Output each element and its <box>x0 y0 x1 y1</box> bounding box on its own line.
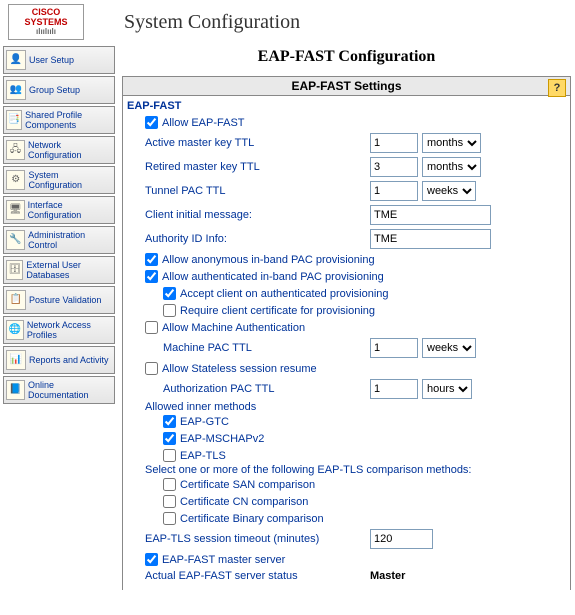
require-client-cert-checkbox[interactable] <box>163 304 176 317</box>
sidebar-item-admin-control[interactable]: 🔧Administration Control <box>3 226 115 254</box>
allow-anon-pac-checkbox[interactable] <box>145 253 158 266</box>
session-timeout-label: EAP-TLS session timeout (minutes) <box>145 533 370 545</box>
retired-ttl-unit[interactable]: months <box>422 157 481 177</box>
active-ttl-label: Active master key TTL <box>145 137 370 149</box>
posture-icon: 📋 <box>6 290 26 310</box>
retired-ttl-label: Retired master key TTL <box>145 161 370 173</box>
cisco-logo: CISCO SYSTEMS ılıılıılı <box>8 4 84 40</box>
allow-auth-pac-checkbox[interactable] <box>145 270 158 283</box>
master-server-label: EAP-FAST master server <box>162 554 285 566</box>
allow-stateless-label: Allow Stateless session resume <box>162 363 317 375</box>
sidebar: 👤User Setup 👥Group Setup 📑Shared Profile… <box>0 44 118 408</box>
eap-mschap-label: EAP-MSCHAPv2 <box>180 433 264 445</box>
help-icon[interactable]: ? <box>548 79 566 97</box>
cert-cn-checkbox[interactable] <box>163 495 176 508</box>
sidebar-item-external-db[interactable]: 🗄External User Databases <box>3 256 115 284</box>
sidebar-item-system-config[interactable]: ⚙System Configuration <box>3 166 115 194</box>
authority-id-label: Authority ID Info: <box>145 233 370 245</box>
master-server-checkbox[interactable] <box>145 553 158 566</box>
allow-eapfast-checkbox[interactable] <box>145 116 158 129</box>
access-icon: 🌐 <box>6 320 24 340</box>
eap-tls-label: EAP-TLS <box>180 450 226 462</box>
allow-eapfast-label: Allow EAP-FAST <box>162 117 245 129</box>
sidebar-item-user-setup[interactable]: 👤User Setup <box>3 46 115 74</box>
sidebar-item-network-access[interactable]: 🌐Network Access Profiles <box>3 316 115 344</box>
cert-san-checkbox[interactable] <box>163 478 176 491</box>
auth-pac-ttl-unit[interactable]: hours <box>422 379 472 399</box>
tunnel-pac-ttl-unit[interactable]: weeks <box>422 181 476 201</box>
docs-icon: 📘 <box>6 380 25 400</box>
machine-pac-ttl-label: Machine PAC TTL <box>163 342 370 354</box>
actual-status-label: Actual EAP-FAST server status <box>145 570 370 582</box>
sidebar-item-online-docs[interactable]: 📘Online Documentation <box>3 376 115 404</box>
sidebar-item-interface-config[interactable]: 🖥Interface Configuration <box>3 196 115 224</box>
actual-status-value: Master <box>370 570 405 582</box>
interface-icon: 🖥 <box>6 200 25 220</box>
cert-san-label: Certificate SAN comparison <box>180 479 315 491</box>
eap-gtc-checkbox[interactable] <box>163 415 176 428</box>
tunnel-pac-ttl-label: Tunnel PAC TTL <box>145 185 370 197</box>
accept-client-auth-checkbox[interactable] <box>163 287 176 300</box>
cert-bin-checkbox[interactable] <box>163 512 176 525</box>
authority-id-input[interactable] <box>370 229 491 249</box>
accept-client-auth-label: Accept client on authenticated provision… <box>180 288 389 300</box>
allow-anon-pac-label: Allow anonymous in-band PAC provisioning <box>162 254 375 266</box>
network-icon: 🖧 <box>6 140 25 160</box>
require-client-cert-label: Require client certificate for provision… <box>180 305 375 317</box>
subpage-title: EAP-FAST Configuration <box>122 44 571 76</box>
retired-ttl-input[interactable] <box>370 157 418 177</box>
sidebar-item-reports[interactable]: 📊Reports and Activity <box>3 346 115 374</box>
admin-icon: 🔧 <box>6 230 25 250</box>
section-header: EAP-FAST Settings ? <box>122 76 571 96</box>
user-icon: 👤 <box>6 50 26 70</box>
sidebar-item-group-setup[interactable]: 👥Group Setup <box>3 76 115 104</box>
group-icon: 👥 <box>6 80 26 100</box>
allowed-inner-header: Allowed inner methods <box>127 401 566 413</box>
sidebar-item-network-config[interactable]: 🖧Network Configuration <box>3 136 115 164</box>
eap-tls-checkbox[interactable] <box>163 449 176 462</box>
allow-machine-auth-checkbox[interactable] <box>145 321 158 334</box>
reports-icon: 📊 <box>6 350 26 370</box>
sidebar-item-posture[interactable]: 📋Posture Validation <box>3 286 115 314</box>
allow-stateless-checkbox[interactable] <box>145 362 158 375</box>
machine-pac-ttl-input[interactable] <box>370 338 418 358</box>
tunnel-pac-ttl-input[interactable] <box>370 181 418 201</box>
allow-machine-auth-label: Allow Machine Authentication <box>162 322 305 334</box>
client-initial-label: Client initial message: <box>145 209 370 221</box>
session-timeout-input[interactable] <box>370 529 433 549</box>
group-heading: EAP-FAST <box>127 100 566 112</box>
client-initial-input[interactable] <box>370 205 491 225</box>
allow-auth-pac-label: Allow authenticated in-band PAC provisio… <box>162 271 384 283</box>
cert-cn-label: Certificate CN comparison <box>180 496 308 508</box>
cert-bin-label: Certificate Binary comparison <box>180 513 324 525</box>
sidebar-item-shared-profile[interactable]: 📑Shared Profile Components <box>3 106 115 134</box>
eap-gtc-label: EAP-GTC <box>180 416 229 428</box>
auth-pac-ttl-label: Authorization PAC TTL <box>163 383 370 395</box>
active-ttl-input[interactable] <box>370 133 418 153</box>
eap-mschap-checkbox[interactable] <box>163 432 176 445</box>
machine-pac-ttl-unit[interactable]: weeks <box>422 338 476 358</box>
page-title: System Configuration <box>124 11 300 34</box>
system-icon: ⚙ <box>6 170 25 190</box>
profile-icon: 📑 <box>6 110 22 130</box>
eaptls-compare-header: Select one or more of the following EAP-… <box>127 464 566 476</box>
database-icon: 🗄 <box>6 260 23 280</box>
active-ttl-unit[interactable]: months <box>422 133 481 153</box>
auth-pac-ttl-input[interactable] <box>370 379 418 399</box>
